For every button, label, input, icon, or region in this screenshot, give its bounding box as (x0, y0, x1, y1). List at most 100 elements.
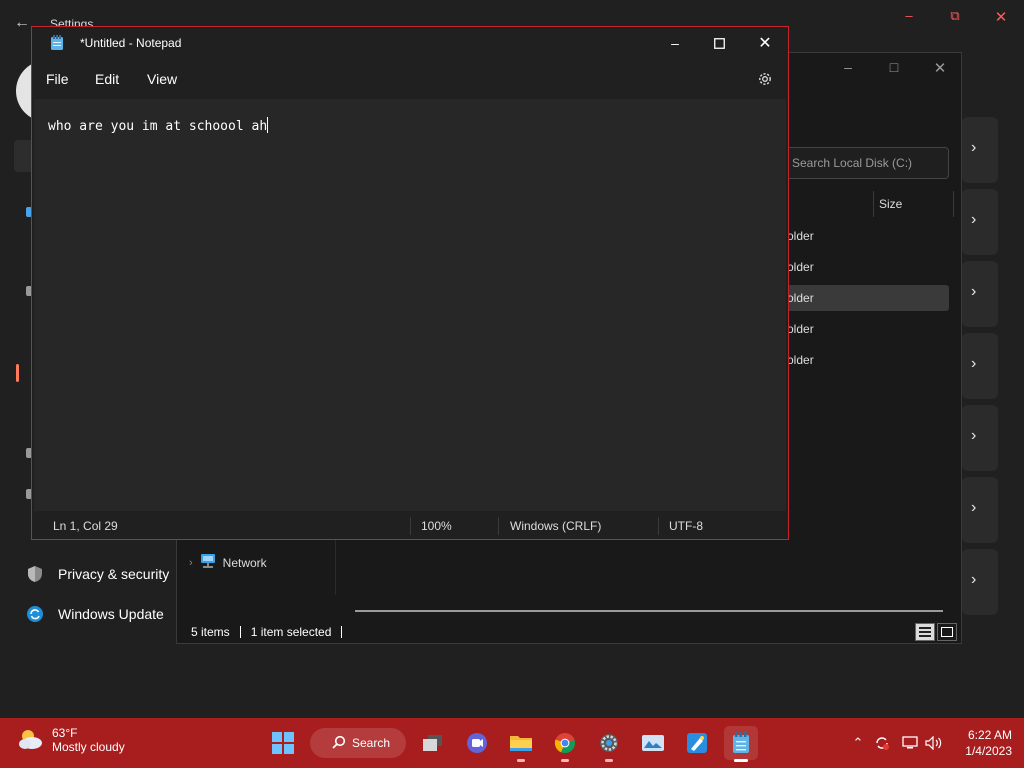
maximize-icon (713, 37, 725, 49)
taskbar-search-button[interactable]: Search (310, 728, 406, 758)
windows-logo-icon (272, 732, 294, 754)
search-icon (332, 735, 346, 752)
chevron-right-icon: › (971, 211, 977, 228)
text-editor[interactable]: who are you im at schoool ah (34, 99, 786, 511)
chrome-icon[interactable] (548, 726, 582, 762)
clock-date: 1/4/2023 (965, 744, 1012, 758)
back-arrow-icon[interactable]: ← (14, 14, 30, 32)
settings-card[interactable]: › (962, 333, 998, 399)
explorer-search-input[interactable]: Search Local Disk (C:) (781, 147, 949, 179)
file-explorer-taskbar-icon[interactable] (504, 726, 538, 762)
selection-count: 1 item selected (250, 625, 332, 639)
clock[interactable]: 6:22 AM 1/4/2023 (952, 727, 1012, 759)
details-view-icon[interactable] (915, 623, 935, 641)
item-count: 5 items (191, 625, 230, 639)
file-type: older (787, 260, 814, 274)
menu-view[interactable]: View (147, 71, 177, 87)
expand-chevron-icon[interactable]: › (189, 557, 193, 569)
nav-pane-network[interactable]: › Network (189, 553, 267, 572)
explorer-close-button[interactable]: ✕ (917, 59, 963, 81)
chevron-right-icon: › (971, 499, 977, 516)
column-divider[interactable] (953, 191, 954, 217)
taskbar: 63°F Mostly cloudy Search ⌃ 6:22 AM 1/4/… (0, 718, 1024, 768)
search-label: Search (352, 736, 391, 750)
file-type: older (787, 322, 814, 336)
column-divider[interactable] (873, 191, 874, 217)
sync-icon[interactable] (872, 733, 892, 753)
explorer-minimize-button[interactable]: – (825, 59, 871, 81)
encoding: UTF-8 (669, 519, 703, 533)
weather-condition: Mostly cloudy (52, 740, 125, 754)
chevron-right-icon: › (971, 283, 977, 300)
settings-gear-icon[interactable] (592, 726, 626, 762)
notepad-title: *Untitled - Notepad (80, 36, 182, 50)
notepad-menubar (32, 59, 788, 99)
nav-privacy-security[interactable]: Privacy & security (26, 563, 169, 585)
tiles-view-icon[interactable] (937, 623, 957, 641)
notepad-titlebar[interactable]: *Untitled - Notepad – ✕ (32, 27, 788, 59)
file-type: older (787, 229, 814, 243)
photos-icon[interactable] (636, 726, 670, 760)
text-caret (267, 117, 269, 133)
chevron-right-icon: › (971, 139, 977, 156)
notepad-taskbar-icon[interactable] (724, 726, 758, 762)
chevron-right-icon: › (971, 571, 977, 588)
settings-restore-button[interactable]: ⧉ (932, 8, 978, 28)
notepad-window: *Untitled - Notepad – ✕ File Edit View w… (31, 26, 789, 540)
update-icon (26, 605, 44, 623)
network-label: Network (222, 555, 267, 570)
start-button[interactable] (266, 726, 300, 760)
paint-icon[interactable] (680, 726, 714, 760)
settings-minimize-button[interactable]: – (886, 8, 932, 28)
settings-card[interactable]: › (962, 189, 998, 255)
active-indicator (734, 759, 748, 762)
notepad-app-icon (50, 35, 64, 54)
status-divider (498, 517, 499, 535)
menu-edit[interactable]: Edit (95, 71, 119, 87)
minimize-button[interactable]: – (652, 27, 698, 59)
status-divider (410, 517, 411, 535)
running-indicator (561, 759, 569, 762)
settings-card[interactable]: › (962, 405, 998, 471)
weather-temp: 63°F (52, 726, 78, 740)
zoom-level: 100% (421, 519, 452, 533)
settings-close-button[interactable]: ✕ (978, 8, 1024, 28)
explorer-statusbar: 5 items 1 item selected (191, 625, 343, 639)
file-type: older (787, 353, 814, 367)
running-indicator (605, 759, 613, 762)
shield-icon (26, 565, 44, 583)
menu-file[interactable]: File (46, 71, 69, 87)
settings-card[interactable]: › (962, 477, 998, 543)
settings-card[interactable]: › (962, 549, 998, 615)
nav-windows-update[interactable]: Windows Update (26, 603, 164, 625)
show-hidden-icons-chevron-icon[interactable]: ⌃ (848, 733, 868, 753)
close-button[interactable]: ✕ (742, 27, 788, 59)
volume-icon[interactable] (924, 733, 944, 753)
chevron-right-icon: › (971, 355, 977, 372)
selected-nav-indicator (16, 364, 19, 382)
cursor-position: Ln 1, Col 29 (53, 519, 118, 533)
maximize-button[interactable] (696, 27, 742, 59)
settings-card[interactable]: › (962, 261, 998, 327)
weather-widget[interactable]: 63°F Mostly cloudy (16, 726, 125, 754)
column-header-size[interactable]: Size (879, 197, 902, 211)
weather-cloud-icon (16, 727, 44, 754)
display-icon[interactable] (900, 733, 920, 753)
status-divider (341, 626, 343, 638)
file-type: older (787, 291, 814, 305)
nav-label: Windows Update (58, 606, 164, 622)
settings-card[interactable]: › (962, 117, 998, 183)
chevron-right-icon: › (971, 427, 977, 444)
task-view-icon[interactable] (416, 726, 450, 760)
teams-chat-icon[interactable] (460, 726, 494, 760)
horizontal-scrollbar[interactable] (355, 610, 943, 612)
line-ending: Windows (CRLF) (510, 519, 602, 533)
explorer-maximize-button[interactable]: □ (871, 59, 917, 81)
clock-time: 6:22 AM (967, 728, 1012, 742)
notepad-statusbar: Ln 1, Col 29 100% Windows (CRLF) UTF-8 (32, 513, 788, 539)
view-toggle (915, 623, 957, 641)
editor-content[interactable]: who are you im at schoool ah (48, 117, 269, 134)
nav-label: Privacy & security (58, 566, 170, 582)
status-divider (239, 626, 241, 638)
gear-icon[interactable] (754, 68, 776, 90)
